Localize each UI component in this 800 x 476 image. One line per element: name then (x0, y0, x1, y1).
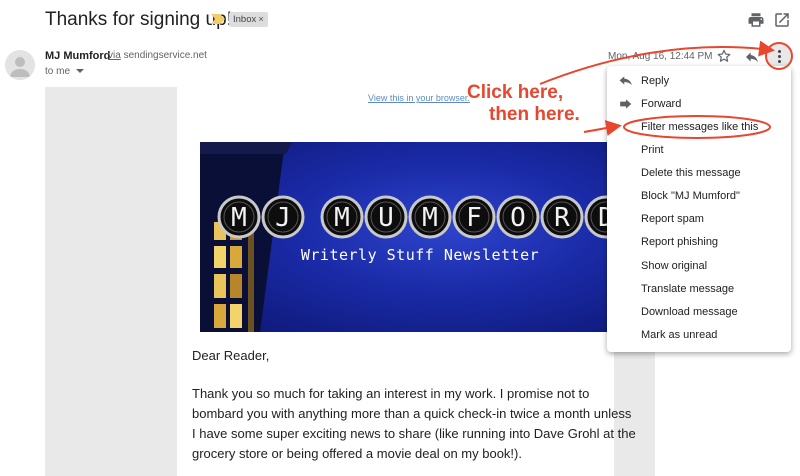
email-paragraph: Thank you so much for taking an interest… (192, 386, 636, 461)
person-icon (10, 57, 30, 77)
typewriter-key: R (540, 195, 584, 239)
typewriter-key-letter: F (466, 203, 482, 233)
menu-item-forward[interactable]: Forward (607, 93, 791, 115)
menu-item-label: Download message (641, 306, 738, 318)
menu-item-label: Forward (641, 98, 682, 110)
menu-item-label: Mark as unread (641, 329, 718, 341)
open-in-new-window-icon[interactable] (773, 11, 791, 29)
menu-item-label: Translate message (641, 283, 735, 295)
typewriter-key-letter: M (334, 203, 350, 233)
menu-item-label: Delete this message (641, 167, 741, 179)
typewriter-key-letter: J (275, 203, 291, 233)
menu-item-show-original[interactable]: Show original (607, 255, 791, 277)
annotation-text-line1: Click here, (467, 82, 564, 103)
importance-marker-icon[interactable] (211, 14, 225, 24)
menu-item-label: Report spam (641, 213, 704, 225)
typewriter-key: O (496, 195, 540, 239)
menu-item-label: Print (641, 144, 664, 156)
typewriter-key-letter: U (378, 203, 394, 233)
via-domain: sendingservice.net (123, 50, 207, 61)
menu-item-delete[interactable]: Delete this message (607, 162, 791, 184)
reply-icon[interactable] (744, 49, 760, 65)
more-options-button[interactable] (767, 44, 791, 68)
sender-avatar[interactable] (5, 50, 35, 80)
forward-icon (620, 99, 632, 109)
menu-item-print[interactable]: Print (607, 139, 791, 161)
menu-item-download[interactable]: Download message (607, 301, 791, 323)
typewriter-key: U (364, 195, 408, 239)
banner-subtitle: Writerly Stuff Newsletter (300, 246, 540, 264)
inbox-label-chip: Inbox × (229, 12, 268, 27)
star-icon[interactable] (716, 48, 732, 64)
sender-via: via sendingservice.net (108, 50, 207, 61)
typewriter-key: F (452, 195, 496, 239)
menu-item-report-spam[interactable]: Report spam (607, 208, 791, 230)
recipient-label: to me (45, 66, 71, 77)
more-options-menu: Reply Forward Filter messages like this … (607, 66, 791, 352)
menu-item-reply[interactable]: Reply (607, 70, 791, 92)
typewriter-key: M (217, 195, 261, 239)
menu-item-label: Block "MJ Mumford" (641, 190, 740, 202)
typewriter-key-letter: O (510, 203, 526, 233)
menu-item-filter-messages[interactable]: Filter messages like this (607, 116, 791, 138)
typewriter-key-letter: M (231, 203, 247, 233)
chevron-down-icon (75, 69, 84, 73)
via-word: via (108, 50, 121, 61)
menu-item-label: Show original (641, 260, 708, 272)
sender-name[interactable]: MJ Mumford (45, 50, 110, 62)
remove-label-icon[interactable]: × (258, 14, 264, 25)
menu-item-block-sender[interactable]: Block "MJ Mumford" (607, 185, 791, 207)
annotation-text-line2: then here. (489, 104, 580, 125)
view-in-browser-link[interactable]: View this in your browser. (368, 93, 470, 103)
reply-icon (619, 76, 632, 86)
newsletter-banner: MJMUMFORD Writerly Stuff Newsletter (200, 142, 610, 332)
typewriter-keys-title: MJMUMFORD (217, 195, 610, 239)
email-subject: Thanks for signing up! (45, 9, 232, 30)
recipient-details-toggle[interactable]: to me (45, 66, 84, 77)
message-date: Mon, Aug 16, 12:44 PM (608, 51, 713, 62)
typewriter-key-letter: R (554, 203, 570, 233)
print-icon[interactable] (747, 11, 765, 29)
menu-item-mark-unread[interactable]: Mark as unread (607, 324, 791, 346)
typewriter-key: M (408, 195, 452, 239)
typewriter-key-letter: M (422, 203, 438, 233)
menu-item-label: Reply (641, 75, 670, 87)
menu-item-report-phishing[interactable]: Report phishing (607, 231, 791, 253)
typewriter-key: M (320, 195, 364, 239)
typewriter-key: J (261, 195, 305, 239)
menu-item-label: Report phishing (641, 236, 719, 248)
menu-item-translate[interactable]: Translate message (607, 278, 791, 300)
email-greeting: Dear Reader, (192, 348, 270, 363)
inbox-label-text: Inbox (233, 14, 257, 25)
menu-item-label: Filter messages like this (641, 121, 759, 133)
